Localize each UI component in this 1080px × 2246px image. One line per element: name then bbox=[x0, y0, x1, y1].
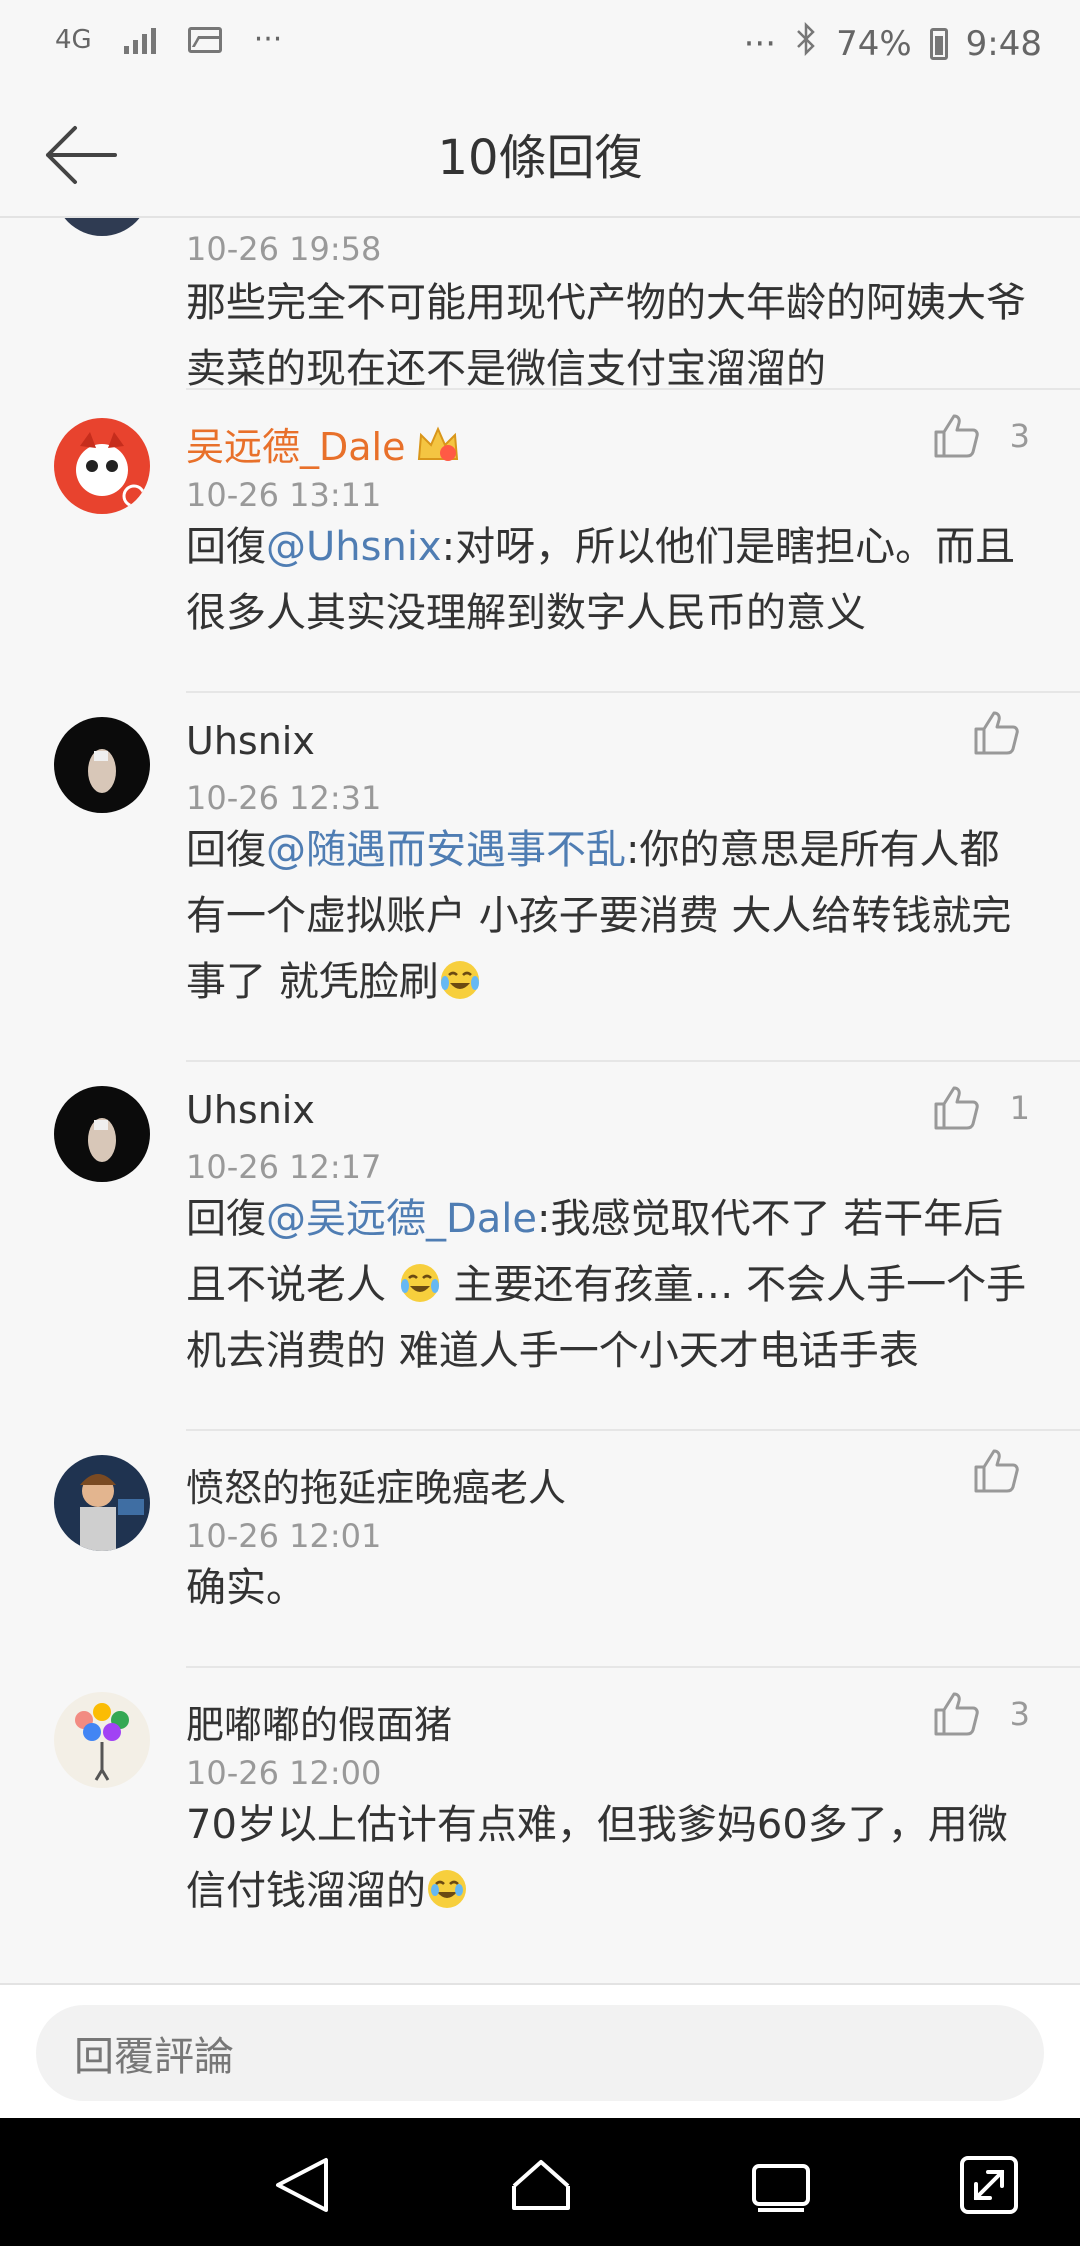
thumbs-up-icon bbox=[934, 414, 979, 458]
comment-list[interactable]: 10-26 19:58 那些完全不可能用现代产物的大年龄的阿姨大爷 卖菜的现在还… bbox=[0, 218, 1080, 1983]
username-text: 吴远德_Dale bbox=[186, 425, 406, 469]
more-status-icon: ··· bbox=[743, 23, 777, 64]
comment-text: 那些完全不可能用现代产物的大年龄的阿姨大爷 卖菜的现在还不是微信支付宝溜溜的 bbox=[186, 280, 1026, 392]
comment-item[interactable]: 吴远德_Dale 10-26 13:11 回復@Uhsnix:对呀，所以他们是瞎… bbox=[0, 390, 1080, 693]
header: 10條回復 bbox=[0, 90, 1080, 218]
more-notifications-icon: ··· bbox=[253, 22, 283, 57]
reply-bar: 回覆評論 bbox=[0, 1983, 1080, 2118]
comment-item[interactable]: Uhsnix 10-26 12:31 回復@随遇而安遇事不乱:你的意思是所有人都… bbox=[0, 693, 1080, 1062]
comment-username[interactable]: Uhsnix bbox=[186, 719, 315, 763]
crown-icon bbox=[415, 425, 461, 474]
tears-of-joy-emoji-icon bbox=[428, 1870, 466, 1908]
image-notification-icon bbox=[187, 26, 222, 53]
avatar[interactable] bbox=[54, 1455, 150, 1551]
comment-time: 10-26 12:17 bbox=[186, 1148, 382, 1186]
triangle-back-icon bbox=[276, 2158, 328, 2212]
comment-time: 10-26 12:00 bbox=[186, 1754, 382, 1792]
comment-text: 70岁以上估计有点难，但我爹妈60多了，用微信付钱溜溜的 bbox=[186, 1792, 1036, 1924]
nav-expand-button[interactable] bbox=[956, 2152, 1022, 2218]
clock: 9:48 bbox=[965, 23, 1042, 64]
battery-percent: 74% bbox=[836, 23, 912, 64]
comment-item[interactable]: Uhsnix 10-26 12:17 回復@吴远德_Dale:我感觉取代不了 若… bbox=[0, 1062, 1080, 1431]
comment-body: 70岁以上估计有点难，但我爹妈60多了，用微信付钱溜溜的 bbox=[186, 1802, 1008, 1914]
reply-prefix: 回復 bbox=[186, 524, 266, 570]
thumbs-up-icon bbox=[974, 1449, 1019, 1493]
status-left: 4G ··· bbox=[55, 22, 282, 57]
comment-text: 确实。 bbox=[186, 1565, 306, 1611]
comment-item[interactable]: 10-26 19:58 那些完全不可能用现代产物的大年龄的阿姨大爷 卖菜的现在还… bbox=[0, 218, 1080, 392]
like-count: 1 bbox=[1009, 1089, 1030, 1127]
reply-prefix: 回復 bbox=[186, 1196, 266, 1242]
comment-item[interactable]: 肥嘟嘟的假面猪 10-26 12:00 70岁以上估计有点难，但我爹妈60多了，… bbox=[0, 1668, 1080, 1983]
like-button[interactable]: 1 bbox=[932, 1084, 1030, 1132]
status-bar: 4G ··· ··· 74% 9:48 bbox=[0, 0, 1080, 90]
avatar[interactable] bbox=[54, 717, 150, 813]
mention-link[interactable]: @吴远德_Dale bbox=[266, 1196, 537, 1242]
mention-link[interactable]: @Uhsnix bbox=[266, 524, 442, 570]
nav-home-button[interactable] bbox=[508, 2152, 574, 2218]
comment-time: 10-26 12:31 bbox=[186, 779, 382, 817]
thumbs-up-icon bbox=[974, 711, 1019, 755]
avatar[interactable] bbox=[54, 1692, 150, 1788]
like-button[interactable] bbox=[972, 709, 1020, 757]
like-button[interactable]: 3 bbox=[932, 412, 1030, 460]
comment-time: 10-26 19:58 bbox=[186, 230, 382, 268]
expand-icon bbox=[960, 2156, 1018, 2214]
comment-text: 回復@吴远德_Dale:我感觉取代不了 若干年后且不说老人 主要还有孩童… 不会… bbox=[186, 1186, 1036, 1384]
home-icon bbox=[512, 2160, 570, 2210]
page-title: 10條回復 bbox=[437, 130, 643, 186]
comment-username[interactable]: 肥嘟嘟的假面猪 bbox=[186, 1694, 452, 1749]
comment-text: 回復@随遇而安遇事不乱:你的意思是所有人都有一个虚拟账户 小孩子要消费 大人给转… bbox=[186, 817, 1036, 1015]
comment-item[interactable]: 愤怒的拖延症晚癌老人 10-26 12:01 确实。 bbox=[0, 1431, 1080, 1668]
like-button[interactable]: 3 bbox=[932, 1690, 1030, 1738]
like-count: 3 bbox=[1009, 1695, 1030, 1733]
comment-username[interactable]: Uhsnix bbox=[186, 1088, 315, 1132]
avatar[interactable] bbox=[54, 1086, 150, 1182]
reply-prefix: 回復 bbox=[186, 827, 266, 873]
battery-icon bbox=[929, 27, 948, 60]
comment-time: 10-26 12:01 bbox=[186, 1517, 382, 1555]
comment-username[interactable]: 吴远德_Dale bbox=[186, 416, 461, 474]
system-nav-bar bbox=[0, 2118, 1080, 2246]
avatar[interactable] bbox=[54, 218, 150, 236]
recents-icon bbox=[752, 2164, 810, 2212]
comment-time: 10-26 13:11 bbox=[186, 476, 382, 514]
reply-comment-input[interactable]: 回覆評論 bbox=[36, 2005, 1044, 2101]
avatar[interactable] bbox=[54, 418, 150, 514]
signal-icon bbox=[123, 26, 156, 54]
comment-text: 回復@Uhsnix:对呀，所以他们是瞎担心。而且很多人其实没理解到数字人民币的意… bbox=[186, 514, 1036, 646]
bluetooth-icon bbox=[794, 21, 818, 65]
thumbs-up-icon bbox=[934, 1086, 979, 1130]
like-button[interactable] bbox=[972, 1447, 1020, 1495]
nav-recents-button[interactable] bbox=[748, 2152, 814, 2218]
nav-back-button[interactable] bbox=[268, 2152, 334, 2218]
laugh-cry-emoji-icon bbox=[400, 1264, 439, 1302]
network-type-label: 4G bbox=[55, 24, 92, 55]
like-count: 3 bbox=[1009, 417, 1030, 455]
comment-username[interactable]: 愤怒的拖延症晚癌老人 bbox=[186, 1457, 566, 1512]
mention-link[interactable]: @随遇而安遇事不乱 bbox=[266, 827, 626, 873]
status-right: ··· 74% 9:48 bbox=[743, 21, 1042, 65]
thumbs-up-icon bbox=[934, 1692, 979, 1736]
laugh-cry-emoji-icon bbox=[440, 961, 479, 999]
